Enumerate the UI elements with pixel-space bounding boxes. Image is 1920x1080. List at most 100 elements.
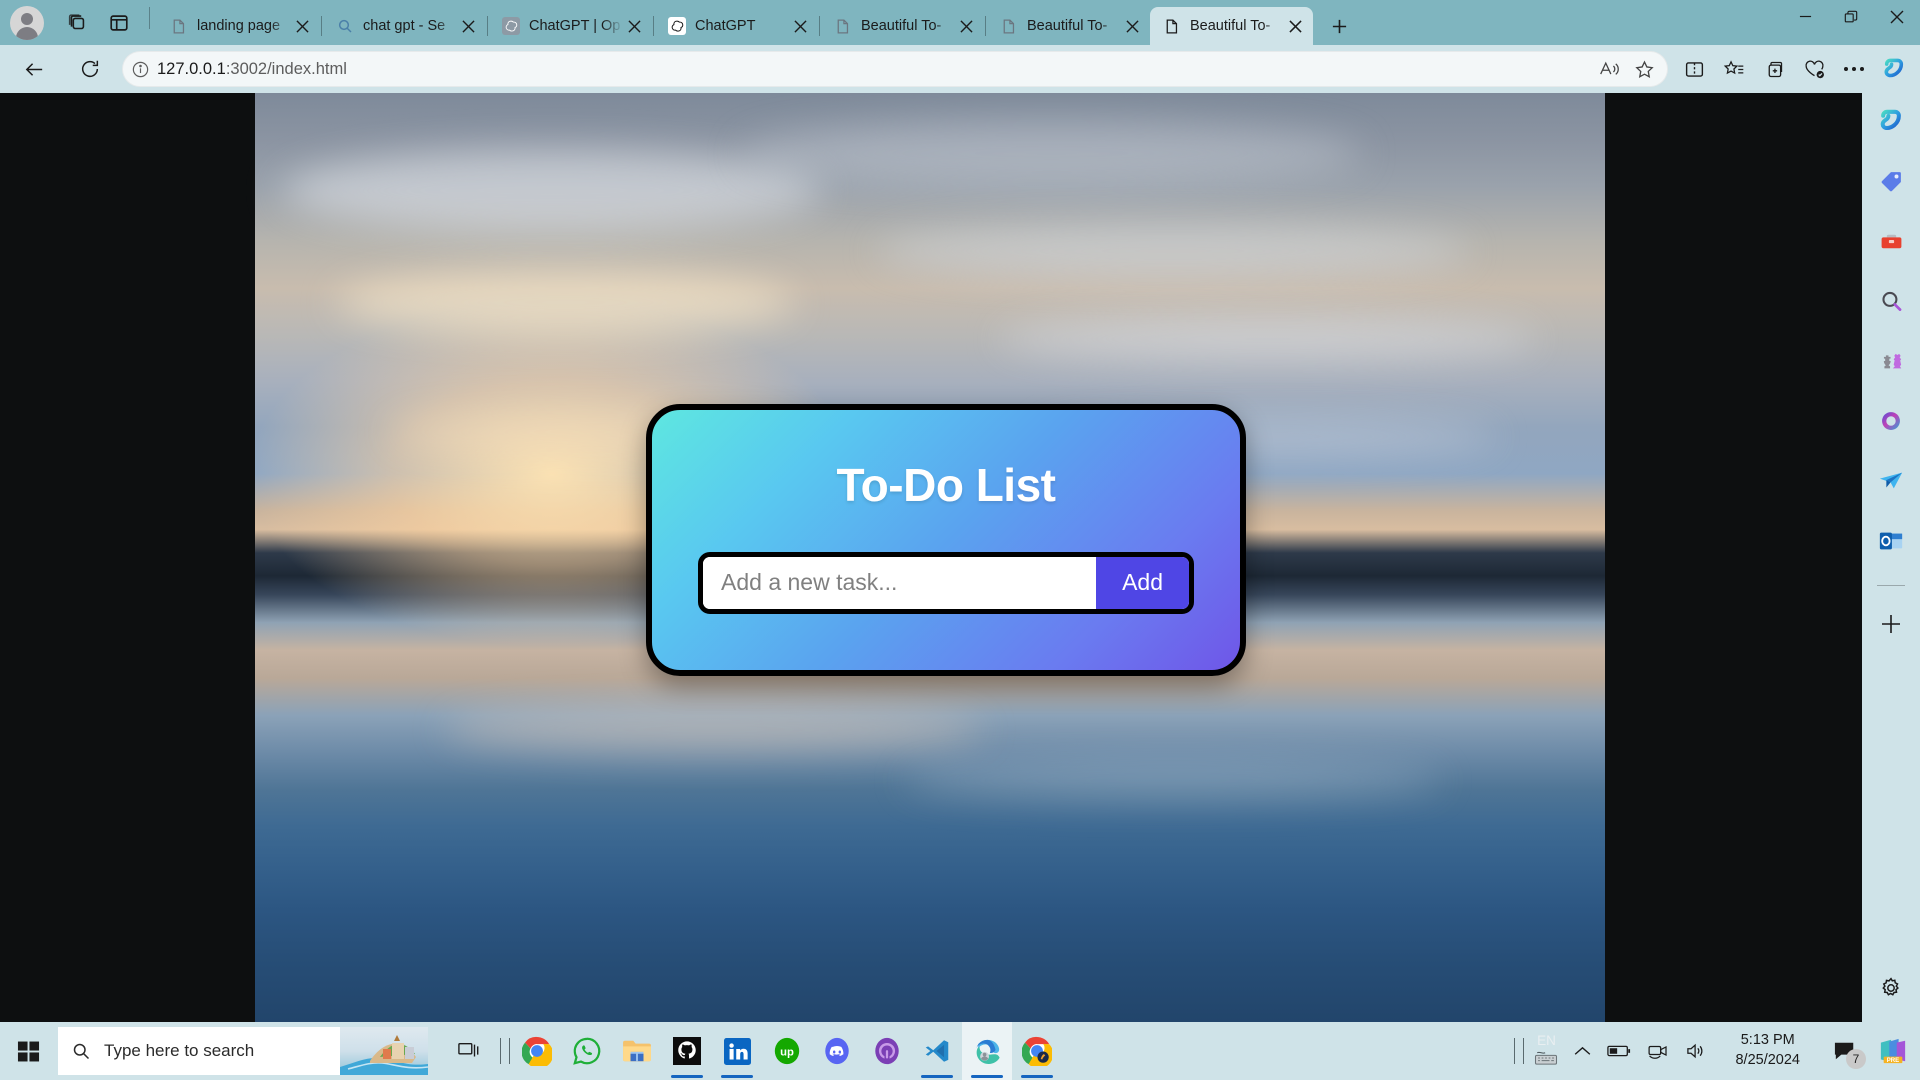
games-icon[interactable] — [1871, 341, 1911, 381]
tab-landing-page[interactable]: landing page — [157, 7, 320, 45]
app-active-indicator — [971, 1075, 1003, 1078]
add-task-button[interactable]: Add — [1096, 556, 1189, 609]
minimize-button[interactable] — [1782, 0, 1828, 33]
microsoft-365-icon[interactable] — [1871, 401, 1911, 441]
todo-app-container: To-Do List Add — [0, 93, 1862, 1022]
favorites-icon[interactable] — [1714, 49, 1754, 89]
sidebar-settings-icon[interactable] — [1871, 968, 1911, 1008]
taskbar-app-whatsapp[interactable] — [562, 1022, 612, 1080]
tab-close-icon[interactable] — [1121, 15, 1143, 37]
search-icon — [335, 17, 354, 36]
openai-icon — [501, 17, 520, 36]
app-active-indicator — [921, 1075, 953, 1078]
svg-text:up: up — [780, 1047, 794, 1059]
tab-list: landing page chat gpt - Se ChatGPT | Op … — [157, 0, 1782, 45]
document-icon — [1162, 17, 1181, 36]
taskbar-search-box[interactable]: Type here to search — [58, 1027, 428, 1075]
todo-card: To-Do List Add — [646, 403, 1246, 676]
tab-strip-divider — [149, 7, 150, 29]
settings-and-more-icon[interactable] — [1834, 49, 1874, 89]
clock-and-date[interactable]: 5:13 PM 8/25/2024 — [1715, 1022, 1820, 1080]
taskbar-app-vs-code[interactable] — [912, 1022, 962, 1080]
document-icon — [999, 17, 1018, 36]
keyboard-icon — [1534, 1051, 1558, 1068]
tab-chatgpt[interactable]: ChatGPT — [655, 7, 818, 45]
url-host: 127.0.0.1 — [157, 59, 226, 78]
tab-close-icon[interactable] — [1284, 15, 1306, 37]
drop-icon[interactable] — [1871, 461, 1911, 501]
tab-chat-gpt-search[interactable]: chat gpt - Se — [323, 7, 486, 45]
tab-divider — [653, 16, 654, 36]
tab-beautiful-todo-1[interactable]: Beautiful To- — [821, 7, 984, 45]
info-icon[interactable] — [123, 60, 157, 79]
taskbar-app-chrome[interactable] — [512, 1022, 562, 1080]
tab-strip-left-controls — [0, 0, 157, 45]
new-tab-button[interactable] — [1321, 8, 1357, 44]
show-hidden-icons-button[interactable] — [1566, 1022, 1599, 1080]
url-text: 127.0.0.1:3002/index.html — [157, 60, 1593, 79]
tools-icon[interactable] — [1871, 221, 1911, 261]
windows-taskbar: Type here to search up EN 5:13 PM 8/25/2… — [0, 1022, 1920, 1080]
tab-close-icon[interactable] — [457, 15, 479, 37]
read-aloud-icon[interactable] — [1593, 53, 1627, 85]
openai-icon — [667, 17, 686, 36]
edge-sidebar — [1862, 93, 1920, 1022]
collections-icon[interactable] — [1754, 49, 1794, 89]
tab-chatgpt-openai[interactable]: ChatGPT | Op — [489, 7, 652, 45]
add-sidebar-app-icon[interactable] — [1871, 604, 1911, 644]
taskbar-app-upwork[interactable]: up — [762, 1022, 812, 1080]
tab-divider — [819, 16, 820, 36]
taskbar-app-discord[interactable] — [812, 1022, 862, 1080]
powerpoint-pre-icon[interactable]: PRE — [1870, 1022, 1916, 1080]
new-task-input[interactable] — [703, 556, 1097, 609]
tab-close-icon[interactable] — [955, 15, 977, 37]
split-screen-icon[interactable] — [1674, 49, 1714, 89]
tab-title: Beautiful To- — [861, 18, 942, 34]
close-button[interactable] — [1874, 0, 1920, 33]
back-button[interactable] — [14, 49, 54, 89]
address-bar[interactable]: 127.0.0.1:3002/index.html — [122, 51, 1668, 87]
taskbar-app-linkedin[interactable] — [712, 1022, 762, 1080]
restore-button[interactable] — [1828, 0, 1874, 33]
vertical-tabs-icon[interactable] — [100, 4, 138, 42]
browser-essentials-icon[interactable] — [1794, 49, 1834, 89]
tab-close-icon[interactable] — [623, 15, 645, 37]
notification-center-button[interactable]: 7 — [1820, 1022, 1870, 1080]
taskbar-app-chrome-second[interactable] — [1012, 1022, 1062, 1080]
tab-beautiful-todo-3-active[interactable]: Beautiful To- — [1150, 7, 1313, 45]
tab-divider — [985, 16, 986, 36]
copilot-icon[interactable] — [1871, 101, 1911, 141]
tab-actions-menu-icon[interactable] — [58, 4, 96, 42]
tray-divider — [1514, 1038, 1516, 1064]
app-active-indicator — [1021, 1075, 1053, 1078]
tab-title: chat gpt - Se — [363, 18, 446, 34]
tray-time: 5:13 PM — [1740, 1032, 1795, 1049]
tab-close-icon[interactable] — [789, 15, 811, 37]
tab-title: ChatGPT | Op — [529, 18, 621, 34]
taskbar-app-gitkraken[interactable] — [862, 1022, 912, 1080]
tab-close-icon[interactable] — [291, 15, 313, 37]
tab-title: Beautiful To- — [1027, 18, 1108, 34]
profile-avatar[interactable] — [10, 5, 44, 40]
language-indicator[interactable]: EN — [1526, 1022, 1566, 1080]
search-icon[interactable] — [1871, 281, 1911, 321]
app-active-indicator — [671, 1075, 703, 1078]
volume-icon[interactable] — [1677, 1022, 1715, 1080]
refresh-button[interactable] — [70, 49, 110, 89]
outlook-icon[interactable] — [1871, 521, 1911, 561]
taskbar-divider — [500, 1038, 501, 1064]
taskbar-app-microsoft-edge[interactable] — [962, 1022, 1012, 1080]
taskbar-app-github[interactable] — [662, 1022, 712, 1080]
battery-icon[interactable] — [1599, 1022, 1639, 1080]
favorite-star-icon[interactable] — [1627, 53, 1661, 85]
task-view-icon[interactable] — [444, 1022, 494, 1080]
taskbar-app-file-explorer[interactable] — [612, 1022, 662, 1080]
tab-title: Beautiful To- — [1190, 18, 1271, 34]
shopping-tag-icon[interactable] — [1871, 161, 1911, 201]
tab-title: ChatGPT — [695, 18, 756, 34]
tab-beautiful-todo-2[interactable]: Beautiful To- — [987, 7, 1150, 45]
start-button[interactable] — [0, 1022, 56, 1080]
copilot-icon[interactable] — [1874, 49, 1914, 89]
camera-icon[interactable] — [1639, 1022, 1677, 1080]
document-icon — [833, 17, 852, 36]
